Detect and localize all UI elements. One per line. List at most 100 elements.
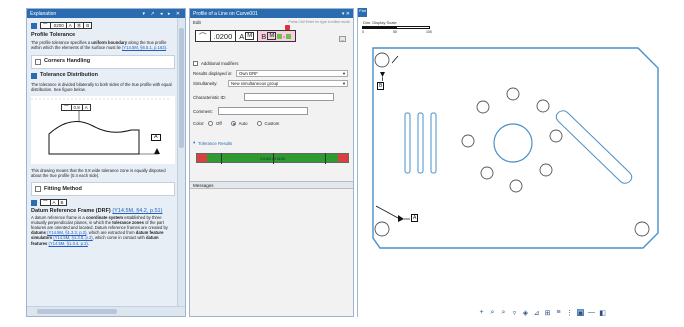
messages-header[interactable]: Messages xyxy=(190,181,353,189)
pt-link[interactable]: (Y14.5M, §6.5.1, p.163) xyxy=(122,45,166,50)
explanation-title: Explanation xyxy=(30,11,57,17)
scroll-thumb[interactable] xyxy=(37,309,117,314)
bolt-hole xyxy=(549,129,563,143)
additional-modifiers-row[interactable]: Additional modifiers xyxy=(193,61,239,66)
top-fcf: ⌒ .0200 A Ⓜ B xyxy=(40,22,93,29)
tolerance-distribution-text: The tolerance is divided bilaterally to … xyxy=(31,81,172,92)
profile-symbol-icon: ⌒ xyxy=(41,200,51,206)
zoom-icon[interactable]: ⌕ xyxy=(489,309,496,316)
explanation-vertical-scrollbar[interactable] xyxy=(177,18,185,306)
simultaneity-row: Simultaneity: New simultaneous group ▾ xyxy=(193,80,351,87)
drf-link-4[interactable]: (Y14.5M, §1.3.4, p.2) xyxy=(48,241,87,246)
chevron-down-icon: ▾ xyxy=(342,70,345,76)
additional-modifiers-checkbox[interactable] xyxy=(193,61,198,66)
view-icon[interactable]: ◈ xyxy=(522,309,529,317)
tolerance-results-label: Tolerance Results xyxy=(198,140,233,146)
fcf-datum-b[interactable]: B M • xyxy=(258,31,295,41)
collapse-icon[interactable] xyxy=(31,22,37,29)
top-fcf-row: ⌒ .0200 A Ⓜ B xyxy=(31,22,175,29)
fitting-method-row: Fitting Method xyxy=(35,186,171,193)
datum-b-triangle-icon xyxy=(380,72,385,77)
check-icon[interactable] xyxy=(277,33,283,39)
datum-a-label[interactable]: A xyxy=(411,214,419,222)
drf-fcf-row: ⌒ A B xyxy=(31,199,175,207)
filter-icon[interactable]: ▿ xyxy=(511,309,518,317)
fcf-datum-a[interactable]: A M xyxy=(236,31,259,41)
fcf-tolerance-value[interactable]: .0200 xyxy=(211,31,237,41)
remove-button[interactable]: – xyxy=(339,36,346,42)
explanation-titlebar: Explanation ▾ ↗ ◂ ▸ ✕ xyxy=(27,9,185,18)
cad-canvas[interactable]: Flat Dim. Display Scale 0 50 100 B A + ⌕… xyxy=(357,8,684,317)
explanation-window-controls[interactable]: ▾ ↗ ◂ ▸ ✕ xyxy=(143,11,182,17)
drf-fcf-a: A xyxy=(51,200,59,206)
fcf-datum-a-label: A xyxy=(239,31,245,41)
frame-icon[interactable]: ▣ xyxy=(577,309,584,317)
drf-heading-label: Datum Reference Frame (DRF) xyxy=(31,208,111,215)
color-auto-radio[interactable] xyxy=(230,121,236,126)
top-fcf-value: .0200 xyxy=(51,23,67,28)
profile-line-symbol-icon[interactable]: ⌒ xyxy=(196,31,211,41)
fcf-modifier-b[interactable]: M xyxy=(267,32,277,40)
color-label: Color: xyxy=(193,121,205,126)
characteristic-id-row: Characteristic ID: xyxy=(193,93,334,101)
more-icon[interactable]: • xyxy=(283,34,284,39)
tolerance-distribution-heading[interactable]: Tolerance Distribution xyxy=(31,72,175,79)
plus-icon[interactable]: + xyxy=(478,309,485,316)
hierarchy-icon[interactable]: ⋮ xyxy=(566,309,573,317)
line-icon[interactable]: — xyxy=(588,309,595,316)
expand-icon[interactable] xyxy=(35,186,41,193)
color-custom-radio[interactable] xyxy=(256,121,262,126)
edit-label: Edit xyxy=(193,20,201,25)
fcf-modifier-a[interactable]: M xyxy=(245,32,255,40)
tolerance-distribution-caption: This drawing means that the 0.8 wide tol… xyxy=(31,168,166,179)
additional-modifiers-label: Additional modifiers xyxy=(201,61,239,66)
datum-b-label[interactable]: B xyxy=(377,82,385,90)
profile-symbol-icon: ⌒ xyxy=(62,105,72,111)
grid-icon[interactable]: ⊞ xyxy=(544,309,551,317)
explanation-panel: Explanation ▾ ↗ ◂ ▸ ✕ ⌒ .0200 A Ⓜ B Prof… xyxy=(26,8,186,317)
collapse-icon[interactable] xyxy=(31,72,37,79)
window-top-margin xyxy=(0,0,684,8)
bolt-hole xyxy=(506,87,520,101)
corners-handling-section[interactable]: Corners Handling xyxy=(31,54,175,69)
ruler-icon[interactable]: ⊿ xyxy=(533,309,540,317)
feature-control-frame[interactable]: ⌒ .0200 A M B M • xyxy=(195,30,296,42)
color-off-radio[interactable] xyxy=(208,121,213,126)
drf-link[interactable]: (Y14.5M, §4.2, p.51) xyxy=(112,208,162,215)
profile-dialog: Profile of a Line on Curve001 ▾ ✕ Edit P… xyxy=(189,8,354,317)
profile-title: Profile of a Line on Curve001 xyxy=(193,11,258,17)
chevron-down-icon: ▾ xyxy=(342,80,345,86)
window-bottom-margin xyxy=(0,317,684,327)
profile-window-controls[interactable]: ▾ ✕ xyxy=(342,11,350,17)
pt-text-3: . xyxy=(166,45,168,51)
scroll-thumb[interactable] xyxy=(179,28,184,148)
diagonal-slot xyxy=(555,110,633,184)
top-fcf-ref-a: A xyxy=(67,23,75,28)
center-hole xyxy=(493,123,533,163)
zoom-in-icon[interactable]: ⌕ xyxy=(500,309,507,316)
datum-a-triangle-icon xyxy=(398,215,404,222)
explanation-horizontal-scrollbar[interactable] xyxy=(27,306,185,316)
fitting-method-section[interactable]: Fitting Method xyxy=(31,182,175,197)
align-icon[interactable]: ≡ xyxy=(555,309,562,316)
tolerance-results-header[interactable]: ▾ Tolerance Results xyxy=(193,140,232,146)
cube-icon[interactable]: ◧ xyxy=(599,309,606,317)
collapse-icon[interactable] xyxy=(31,199,37,206)
results-displayed-value: Own DRF xyxy=(239,71,258,76)
top-fcf-modifier: Ⓜ xyxy=(75,23,85,28)
drf-text-5: , which come in contact with xyxy=(92,235,146,241)
expand-icon[interactable] xyxy=(35,58,41,65)
comment-input[interactable] xyxy=(218,107,308,115)
results-displayed-select[interactable]: Own DRF ▾ xyxy=(236,70,348,77)
characteristic-id-input[interactable] xyxy=(244,93,334,101)
tolerance-results-bar: 0.0100 ±0.0100 xyxy=(196,153,349,164)
drf-fcf: ⌒ A B xyxy=(40,199,67,207)
fcf-editor[interactable]: Edit Press Ctrl+Enter for type in editor… xyxy=(193,20,352,47)
color-auto-label: Auto xyxy=(238,121,248,126)
color-off-label: Off xyxy=(216,121,222,126)
simultaneity-label: Simultaneity: xyxy=(193,81,218,86)
simultaneity-select[interactable]: New simultaneous group ▾ xyxy=(228,80,348,87)
drawing-fcf-value: 0.8 xyxy=(72,105,83,111)
profile-tolerance-heading: Profile Tolerance xyxy=(31,32,76,38)
check-icon[interactable] xyxy=(285,33,291,39)
